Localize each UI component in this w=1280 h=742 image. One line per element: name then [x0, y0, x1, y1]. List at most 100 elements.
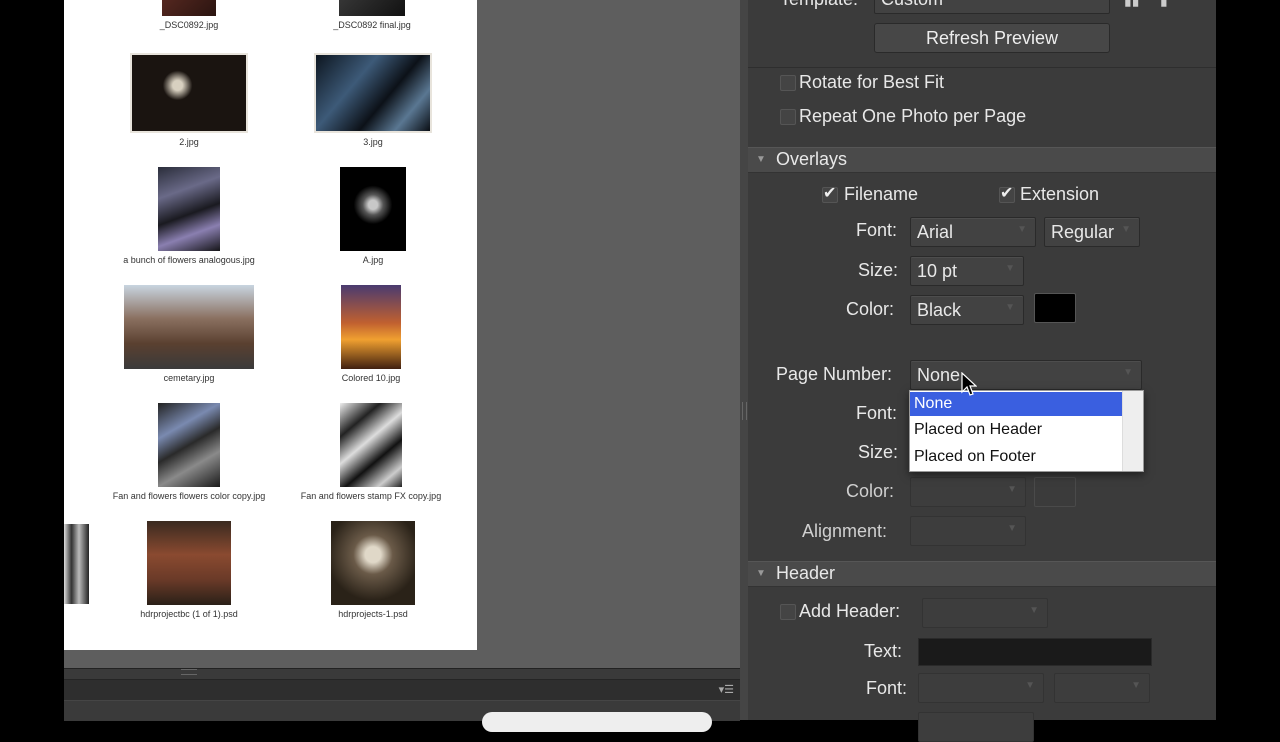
- thumbnail-caption: 3.jpg: [363, 137, 383, 147]
- thumbnail[interactable]: Fan and flowers stamp FX copy.jpg: [296, 403, 446, 501]
- thumbnail-caption: Fan and flowers flowers color copy.jpg: [112, 491, 266, 501]
- template-label: Template:: [780, 0, 858, 10]
- header-text-input[interactable]: [918, 638, 1152, 666]
- chevron-down-icon: ▼: [1007, 484, 1017, 495]
- color-value: Black: [917, 300, 962, 320]
- thumbnail[interactable]: Fan and flowers flowers color copy.jpg: [104, 403, 274, 501]
- thumbnail-caption: Colored 10.jpg: [341, 373, 401, 383]
- header-size-dropdown[interactable]: [918, 712, 1034, 742]
- page-number-label: Page Number:: [776, 364, 893, 384]
- thumbnail-caption: A.jpg: [362, 255, 384, 265]
- chevron-down-icon: ▼: [1025, 680, 1035, 691]
- page-number-value: None: [917, 365, 961, 385]
- refresh-preview-button[interactable]: Refresh Preview: [874, 23, 1110, 53]
- thumbnail[interactable]: Colored 10.jpg: [326, 285, 416, 383]
- print-settings-panel: Template: Custom ▼ ▮▮ ▮ Refresh Preview …: [748, 0, 1216, 742]
- print-preview-page: _DSC0892.jpg _DSC0892 final.jpg 2.jpg 3.…: [64, 0, 477, 650]
- header-section-header[interactable]: ▼ Header: [748, 561, 1216, 587]
- thumbnail-image: [130, 53, 248, 133]
- thumbnail[interactable]: _DSC0892 final.jpg: [324, 0, 420, 30]
- thumbnail-image: [158, 167, 220, 251]
- thumbnail-image: [339, 0, 405, 16]
- right-edge: [1216, 0, 1280, 720]
- font-style-dropdown[interactable]: Regular ▼: [1044, 217, 1140, 247]
- thumbnail-image: [340, 403, 402, 487]
- page-number-alignment-label: Alignment:: [802, 521, 888, 541]
- size-dropdown[interactable]: 10 pt ▼: [910, 256, 1024, 286]
- thumbnail[interactable]: a bunch of flowers analogous.jpg: [104, 167, 274, 265]
- font-label: Font:: [856, 220, 898, 240]
- header-text-label: Text:: [864, 641, 903, 661]
- filmstrip-toolbar: ▾☰: [64, 679, 740, 701]
- repeat-photo-checkbox[interactable]: [780, 109, 796, 125]
- thumbnail-image: [331, 521, 415, 605]
- font-dropdown[interactable]: Arial ▼: [910, 217, 1036, 247]
- overlays-section-title: Overlays: [776, 149, 848, 169]
- font-value: Arial: [917, 222, 954, 242]
- chevron-down-icon: ▼: [1017, 224, 1027, 235]
- save-collection-button[interactable]: [482, 712, 712, 732]
- color-dropdown[interactable]: Black ▼: [910, 295, 1024, 325]
- page-number-alignment-dropdown[interactable]: ▼: [910, 516, 1026, 546]
- menu-option-none[interactable]: None: [910, 392, 1122, 416]
- splitter-grip[interactable]: [742, 402, 747, 420]
- rotate-best-fit-label: Rotate for Best Fit: [799, 72, 945, 92]
- chevron-down-icon: ▼: [1123, 367, 1133, 378]
- page-number-font-label: Font:: [856, 403, 898, 423]
- delete-template-icon[interactable]: ▮: [1160, 0, 1168, 9]
- rotate-best-fit-checkbox[interactable]: [780, 75, 796, 91]
- thumbnail[interactable]: _DSC0892.jpg: [152, 0, 226, 30]
- thumbnail-image: [124, 285, 254, 369]
- thumbnail[interactable]: 2.jpg: [126, 53, 252, 147]
- header-font-style-dropdown[interactable]: ▼: [1054, 673, 1150, 703]
- thumbnail-caption: hdrprojectbc (1 of 1).psd: [140, 609, 238, 619]
- filename-label: Filename: [844, 184, 919, 204]
- page-number-color-swatch[interactable]: [1034, 477, 1076, 507]
- thumbnail-caption: a bunch of flowers analogous.jpg: [123, 255, 255, 265]
- header-font-dropdown[interactable]: ▼: [918, 673, 1044, 703]
- menu-scrollbar[interactable]: [1122, 391, 1143, 471]
- checkmark-icon: ✔: [1000, 185, 1014, 202]
- divider: [748, 67, 1216, 68]
- triangle-down-icon: ▼: [756, 154, 766, 165]
- thumbnail-caption: _DSC0892 final.jpg: [333, 20, 411, 30]
- thumbnail-image: [162, 0, 216, 16]
- size-value: 10 pt: [917, 261, 958, 281]
- thumbnail-caption: _DSC0892.jpg: [159, 20, 219, 30]
- chevron-down-icon: ▼: [1121, 224, 1131, 235]
- mouse-cursor-icon: [961, 372, 977, 396]
- template-dropdown[interactable]: Custom ▼: [874, 0, 1110, 14]
- thumbnail[interactable]: hdrprojectbc (1 of 1).psd: [126, 521, 252, 619]
- page-number-color-dropdown[interactable]: ▼: [910, 477, 1026, 507]
- chevron-down-icon: ▼: [1005, 263, 1015, 274]
- color-label: Color:: [846, 299, 895, 319]
- chevron-down-icon: ▼: [1005, 302, 1015, 313]
- panel-menu-icon[interactable]: ▾☰: [719, 683, 734, 696]
- cropped-thumbnail-image: [64, 524, 89, 604]
- panel-splitter[interactable]: [740, 0, 748, 720]
- left-edge: [0, 0, 64, 720]
- template-options-icon[interactable]: ▮▮: [1124, 0, 1139, 9]
- add-header-label: Add Header:: [799, 601, 901, 621]
- menu-option-header[interactable]: Placed on Header: [910, 418, 1122, 442]
- triangle-down-icon: ▼: [756, 568, 766, 579]
- resize-grip[interactable]: [181, 669, 197, 675]
- thumbnail[interactable]: hdrprojects-1.psd: [310, 521, 436, 619]
- chevron-down-icon: ▼: [1091, 0, 1101, 2]
- page-number-menu: None Placed on Header Placed on Footer: [909, 390, 1144, 472]
- add-header-dropdown[interactable]: ▼: [922, 598, 1048, 628]
- add-header-checkbox[interactable]: [780, 604, 796, 620]
- thumbnail[interactable]: A.jpg: [326, 167, 420, 265]
- color-swatch[interactable]: [1034, 293, 1076, 323]
- thumbnail-caption: hdrprojects-1.psd: [338, 609, 408, 619]
- menu-option-footer[interactable]: Placed on Footer: [910, 445, 1122, 469]
- thumbnail-caption: 2.jpg: [179, 137, 199, 147]
- thumbnail[interactable]: cemetary.jpg: [122, 285, 256, 383]
- font-style-value: Regular: [1051, 222, 1115, 242]
- thumbnail-image: [340, 167, 406, 251]
- chevron-down-icon: ▼: [1029, 605, 1039, 616]
- overlays-section-header[interactable]: ▼ Overlays: [748, 147, 1216, 173]
- template-value: Custom: [881, 0, 943, 10]
- thumbnail[interactable]: 3.jpg: [310, 53, 436, 147]
- page-number-dropdown[interactable]: None ▼: [910, 360, 1142, 390]
